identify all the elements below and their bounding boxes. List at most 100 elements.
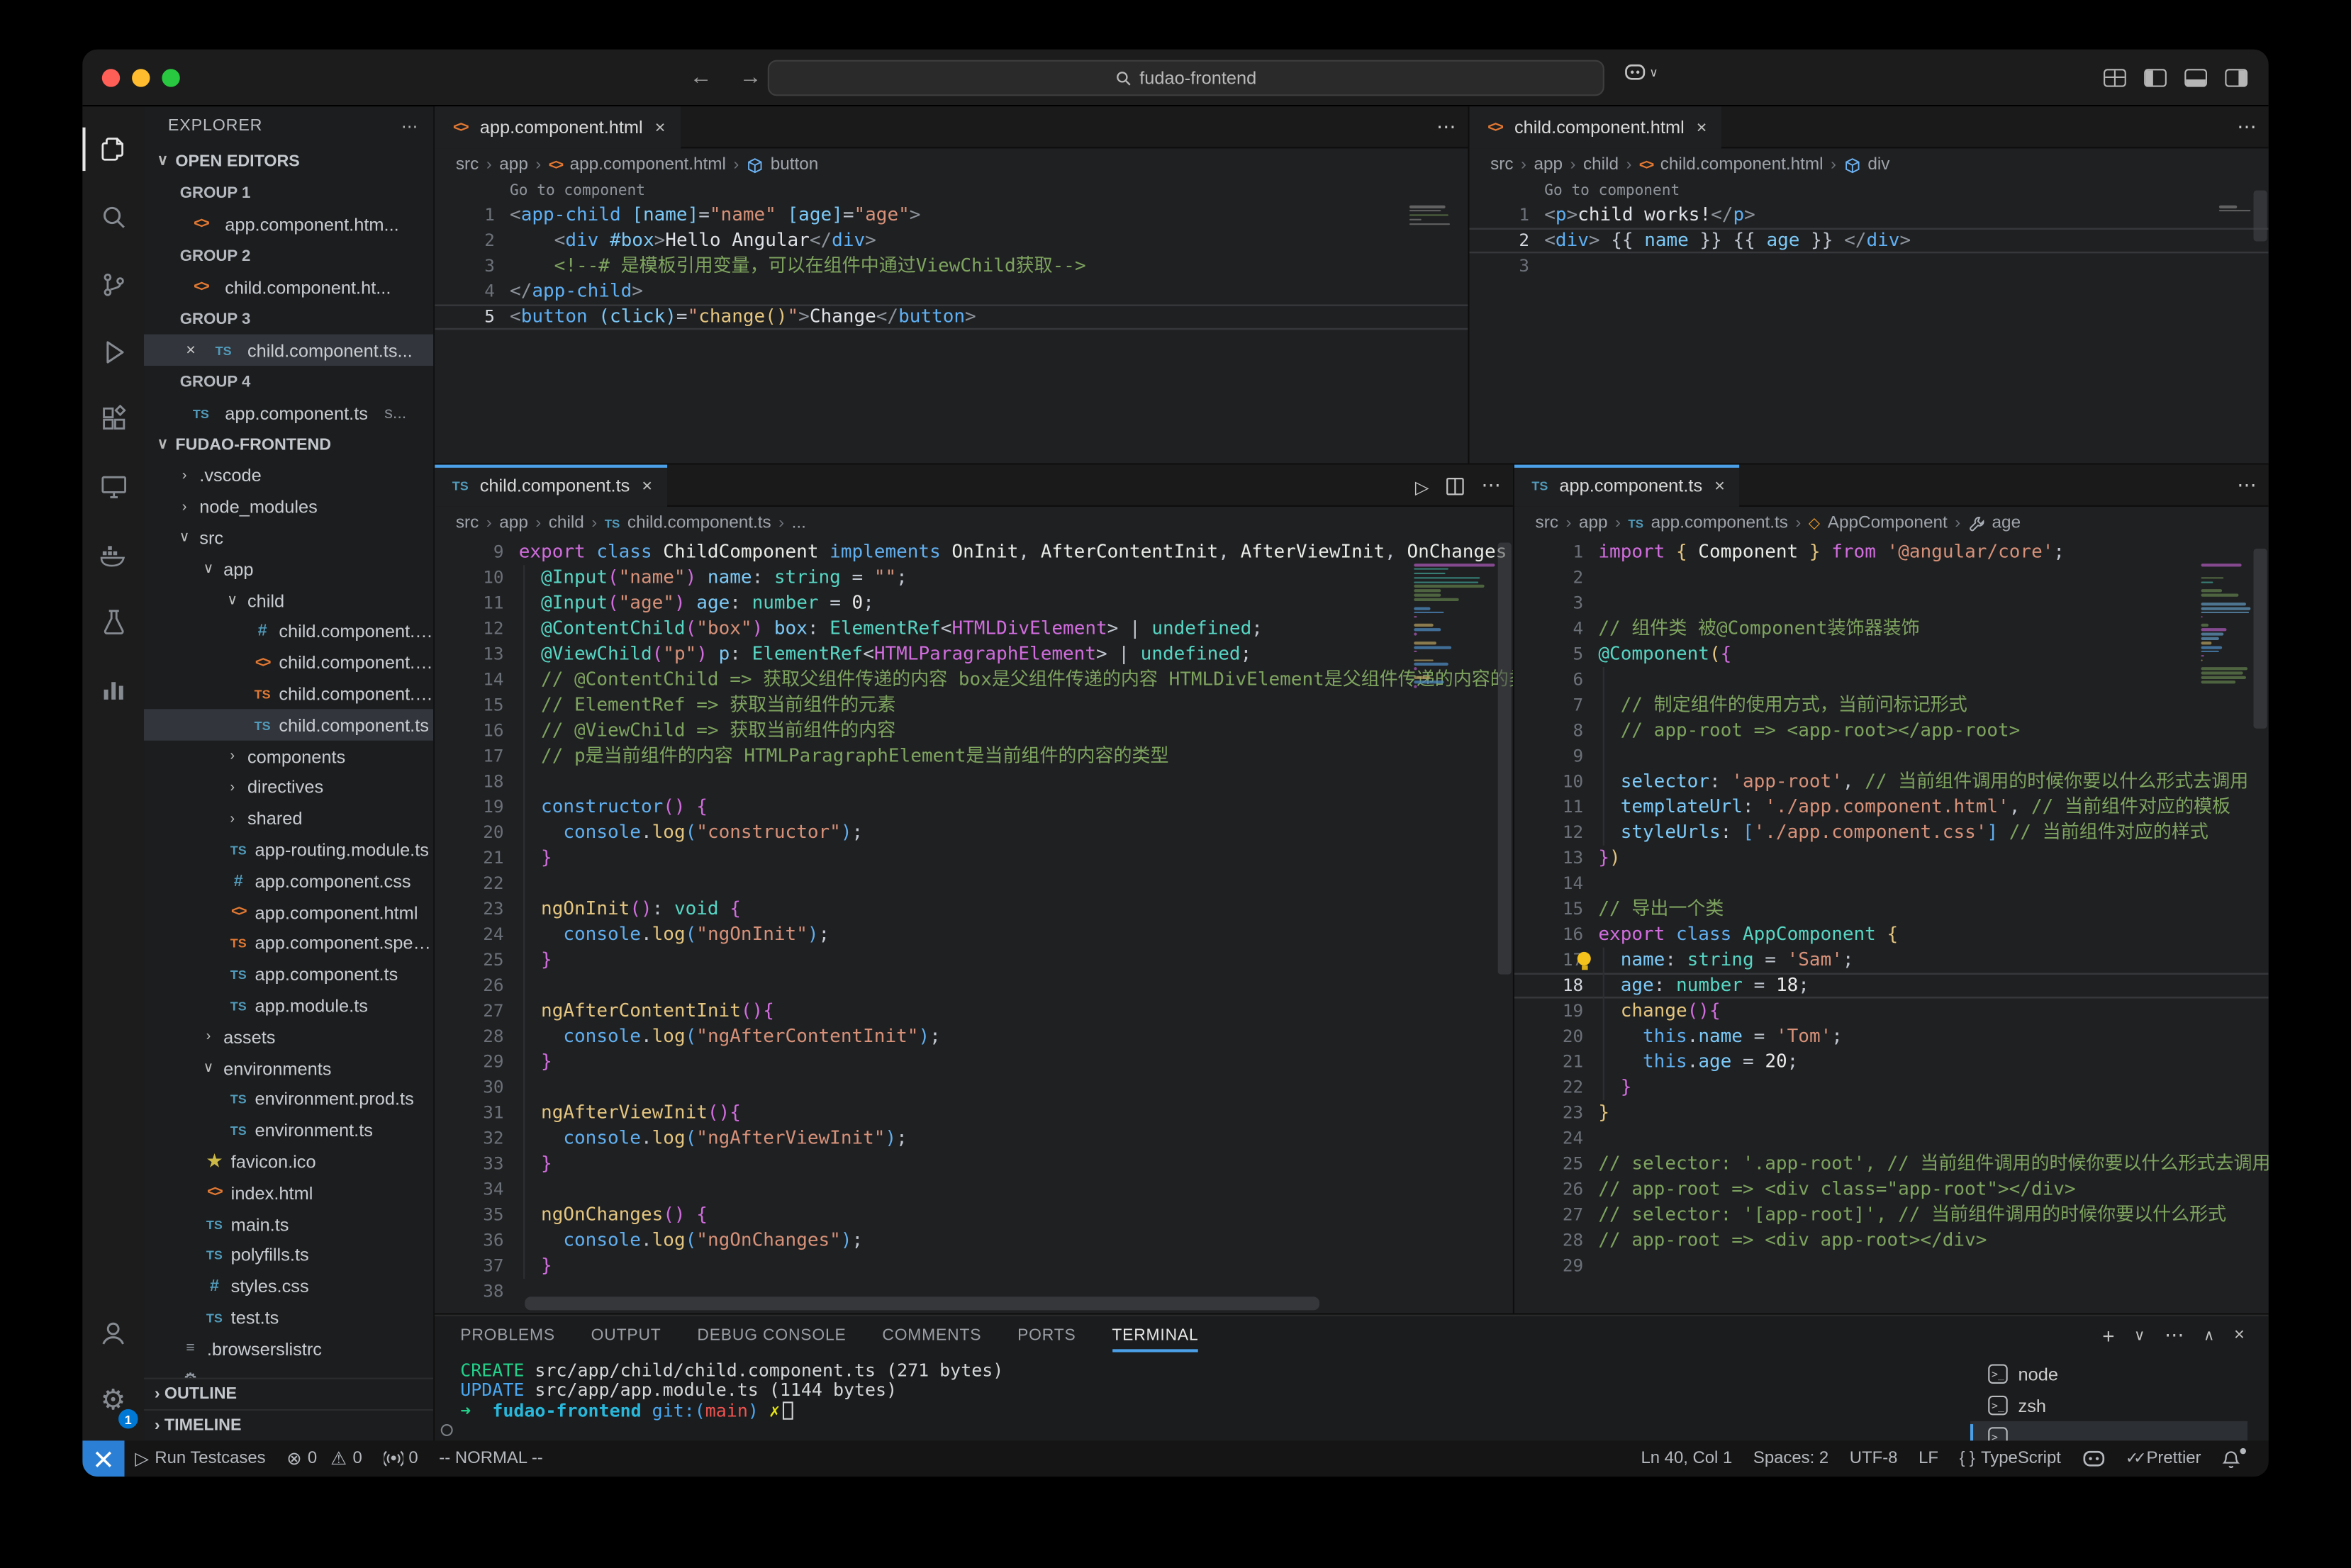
editor-tab[interactable]: TS child.component.ts × — [435, 464, 668, 507]
back-arrow-icon[interactable]: ← — [690, 65, 713, 90]
tree-item[interactable]: TS app.module.ts — [144, 990, 433, 1021]
status-item-utf-8[interactable]: UTF-8 — [1839, 1440, 1908, 1477]
open-editors-section[interactable]: ∨ OPEN EDITORS — [144, 145, 433, 177]
vertical-scrollbar[interactable] — [1497, 542, 1512, 975]
status-item-lf[interactable]: LF — [1908, 1440, 1948, 1477]
open-editor-item[interactable]: TS app.component.ts s... — [144, 397, 433, 428]
editor-tab[interactable]: TS app.component.ts × — [1514, 464, 1741, 507]
status-item-0[interactable]: 0 — [373, 1440, 429, 1477]
tree-item[interactable]: TS polyfills.ts — [144, 1240, 433, 1271]
panel-tab-debug-console[interactable]: DEBUG CONSOLE — [697, 1316, 846, 1355]
chevron-up-icon[interactable]: ∧ — [2204, 1323, 2214, 1348]
minimap[interactable] — [1414, 564, 1495, 693]
vertical-scrollbar[interactable] — [2253, 549, 2267, 729]
minimap[interactable] — [1409, 205, 1451, 228]
status-item[interactable] — [2072, 1440, 2115, 1477]
tree-folder[interactable]: ∨ app — [144, 554, 433, 585]
explorer-more-icon[interactable]: ⋯ — [401, 116, 418, 135]
test-flask-icon[interactable] — [82, 588, 144, 655]
codelens-link[interactable]: Go to component — [435, 181, 1468, 203]
close-icon[interactable]: × — [642, 475, 652, 496]
open-editor-item[interactable]: <> child.component.ht... — [144, 271, 433, 303]
status-item-run-testcases[interactable]: ▷ Run Testcases — [125, 1440, 277, 1477]
status-item-0[interactable]: ⊗ 0 ⚠ 0 — [276, 1440, 372, 1477]
terminal-session[interactable]: >_ node — [1970, 1358, 2247, 1389]
tree-item[interactable]: TS app.component.ts — [144, 959, 433, 990]
status-item-typescript[interactable]: { } TypeScript — [1949, 1440, 2072, 1477]
open-editor-item[interactable]: <> app.component.htm... — [144, 208, 433, 240]
status-item[interactable] — [2211, 1440, 2256, 1477]
panel-tab-comments[interactable]: COMMENTS — [882, 1316, 981, 1355]
search-icon[interactable] — [82, 183, 144, 250]
close-icon[interactable]: × — [186, 341, 196, 359]
tree-folder[interactable]: › .vscode — [144, 460, 433, 491]
remote-indicator[interactable] — [82, 1440, 125, 1477]
source-control-icon[interactable] — [82, 250, 144, 318]
breadcrumb[interactable]: src › app › child › <> child.component.html › div — [1470, 148, 2269, 181]
tree-item[interactable]: TSchild.component.spe... — [144, 678, 434, 710]
split-icon[interactable] — [1446, 476, 1465, 495]
terminal-session[interactable]: >_ zsh — [1970, 1389, 2247, 1421]
settings-gear-icon[interactable]: ⚙ 1 — [82, 1367, 144, 1435]
tree-item[interactable]: <> app.component.html — [144, 897, 433, 928]
more-icon[interactable]: ⋯ — [1436, 116, 1456, 140]
more-icon[interactable]: ⋯ — [1481, 474, 1500, 498]
customize-layout-icon[interactable] — [2104, 68, 2126, 86]
close-icon[interactable]: × — [1714, 475, 1725, 496]
tree-item[interactable]: # app.component.css — [144, 866, 433, 897]
tree-folder[interactable]: › shared — [144, 803, 433, 834]
tree-item[interactable]: ≡ .browserslistrc — [144, 1333, 433, 1365]
close-icon[interactable]: × — [2234, 1323, 2245, 1348]
vertical-scrollbar[interactable] — [2253, 190, 2267, 242]
tree-item[interactable]: <> index.html — [144, 1177, 433, 1209]
tree-item[interactable]: TS child.component.ts — [144, 710, 434, 741]
tree-item[interactable]: <> child.component.html — [144, 647, 433, 678]
tree-folder[interactable]: ∨ environments — [144, 1053, 433, 1084]
breadcrumb[interactable]: src › app › child › TS child.component.ts ›... — [435, 507, 1513, 540]
forward-arrow-icon[interactable]: → — [739, 65, 762, 90]
editor-tab[interactable]: <> app.component.html × — [435, 106, 681, 149]
tree-folder[interactable]: › directives — [144, 772, 433, 803]
tree-item[interactable]: TS app.component.spec.ts — [144, 928, 433, 959]
account-icon[interactable] — [82, 1300, 144, 1367]
minimap[interactable] — [2218, 205, 2251, 218]
tree-folder[interactable]: ∨ src — [144, 522, 433, 554]
horizontal-scrollbar[interactable] — [525, 1297, 1320, 1311]
minimize-window-button[interactable] — [132, 68, 150, 86]
play-icon[interactable]: ▷ — [1415, 474, 1429, 497]
new-terminal-icon[interactable]: + — [2102, 1323, 2114, 1348]
close-icon[interactable]: × — [655, 117, 666, 138]
files-icon[interactable] — [82, 116, 144, 183]
copilot-menu[interactable]: ∨ — [1624, 63, 1658, 82]
breadcrumb[interactable]: src › app › <> app.component.html › button — [435, 148, 1468, 181]
panel-tab-terminal[interactable]: TERMINAL — [1112, 1316, 1199, 1355]
tree-item[interactable]: ⚙ — [144, 1365, 433, 1377]
outline-section[interactable]: › OUTLINE — [144, 1377, 434, 1409]
extensions-icon[interactable] — [82, 386, 144, 453]
terminal-output[interactable]: CREATE src/app/child/child.component.ts … — [440, 1360, 1003, 1436]
tree-item[interactable]: TS app-routing.module.ts — [144, 834, 433, 866]
tree-folder[interactable]: › node_modules — [144, 491, 433, 522]
toggle-sidebar-left-icon[interactable] — [2144, 68, 2167, 86]
toggle-sidebar-right-icon[interactable] — [2225, 68, 2248, 86]
tree-item[interactable]: ★ favicon.ico — [144, 1146, 433, 1177]
run-debug-icon[interactable] — [82, 318, 144, 385]
toggle-panel-icon[interactable] — [2184, 68, 2207, 86]
tree-item[interactable]: TS environment.prod.ts — [144, 1084, 433, 1115]
more-icon[interactable]: ⋯ — [2237, 474, 2256, 498]
docker-icon[interactable] — [82, 520, 144, 588]
tree-folder[interactable]: › components — [144, 741, 433, 772]
minimap[interactable] — [2201, 564, 2251, 689]
breadcrumb[interactable]: src › app › TS app.component.ts › ◇ AppComponent… — [1514, 507, 2269, 540]
status-item-ln-40-col-1[interactable]: Ln 40, Col 1 — [1631, 1440, 1743, 1477]
more-icon[interactable]: ⋯ — [2165, 1323, 2184, 1348]
tree-item[interactable]: TS test.ts — [144, 1302, 433, 1333]
zoom-window-button[interactable] — [162, 68, 180, 86]
panel-tab-output[interactable]: OUTPUT — [591, 1316, 661, 1355]
more-icon[interactable]: ⋯ — [2237, 116, 2256, 140]
status-item--normal-[interactable]: -- NORMAL -- — [429, 1440, 554, 1477]
tree-item[interactable]: # child.component.css — [144, 616, 434, 647]
tree-item[interactable]: TS main.ts — [144, 1209, 433, 1240]
open-editor-item[interactable]: × TS child.component.ts... — [144, 334, 434, 366]
tree-item[interactable]: TS environment.ts — [144, 1115, 433, 1146]
